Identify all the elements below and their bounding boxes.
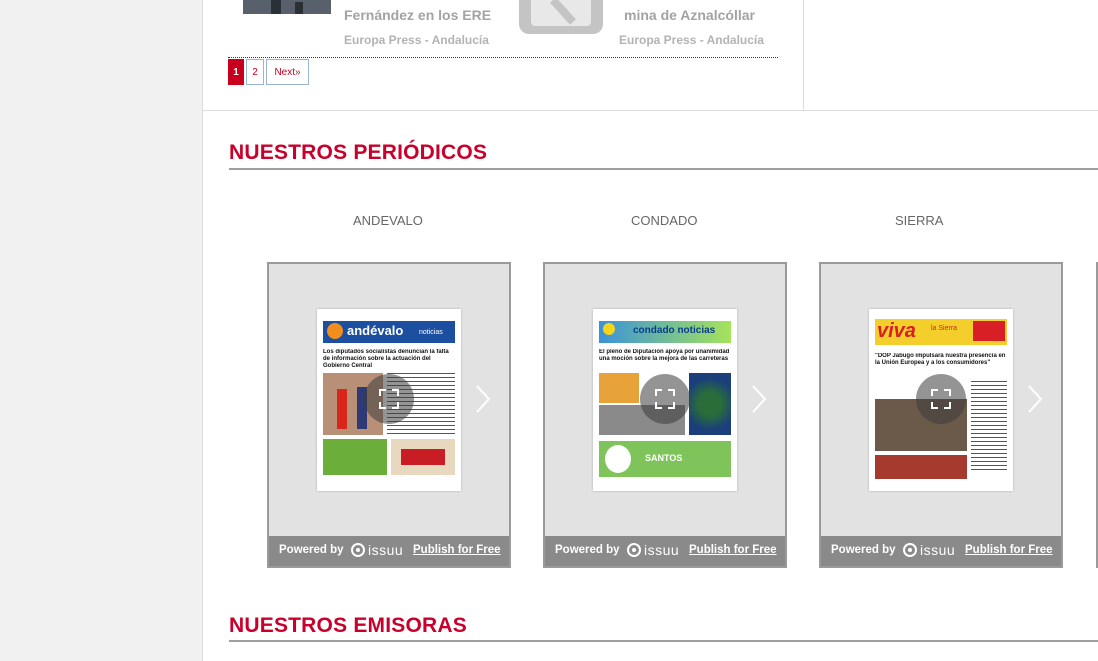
- section-rule: [229, 168, 1098, 170]
- fullscreen-button[interactable]: [364, 374, 414, 424]
- publish-for-free-link[interactable]: Publish for Free: [689, 544, 777, 556]
- issuu-bar: Powered by issuu Publish for Free: [269, 536, 509, 566]
- issuu-logo-icon: [627, 543, 641, 557]
- chevron-right-icon[interactable]: [475, 384, 491, 414]
- news-thumbnail[interactable]: [243, 0, 331, 14]
- fullscreen-button[interactable]: [640, 374, 690, 424]
- image-placeholder-icon: [519, 0, 603, 34]
- powered-by-text: Powered by: [555, 544, 620, 556]
- news-source-1: Europa Press - Andalucía: [344, 33, 489, 47]
- masthead: condado noticias: [633, 325, 716, 336]
- divider: [228, 57, 778, 58]
- pagination: 1 2 Next»: [228, 59, 311, 85]
- issuu-logo-icon: [351, 543, 365, 557]
- chevron-right-icon[interactable]: [751, 384, 767, 414]
- cover-ad: SANTOS: [645, 453, 683, 463]
- powered-by-text: Powered by: [279, 544, 344, 556]
- news-list: Fernández en los ERE Europa Press - Anda…: [203, 0, 804, 111]
- issuu-brand[interactable]: issuu: [368, 542, 403, 558]
- section-rule: [229, 640, 1098, 642]
- label-condado: CONDADO: [631, 213, 698, 228]
- cover-headline: "DOP Jabugo impulsará nuestra presencia …: [875, 353, 1006, 366]
- emisoras-heading: NUESTROS EMISORAS: [229, 614, 467, 637]
- main-content: Fernández en los ERE Europa Press - Anda…: [202, 0, 1098, 661]
- publish-for-free-link[interactable]: Publish for Free: [413, 544, 501, 556]
- masthead-sub: la Sierra: [931, 325, 958, 332]
- cover-headline: Los diputados socialistas denuncian la f…: [323, 349, 449, 369]
- issuu-logo-icon: [903, 543, 917, 557]
- periodicos-heading: NUESTROS PERIÓDICOS: [229, 141, 488, 164]
- issuu-bar: Powered by issuu Publish for Free: [821, 536, 1061, 566]
- issuu-brand[interactable]: issuu: [644, 542, 679, 558]
- publish-for-free-link[interactable]: Publish for Free: [965, 544, 1053, 556]
- cover-headline: El pleno de Diputación apoya por unanimi…: [599, 349, 730, 362]
- fullscreen-button[interactable]: [916, 374, 966, 424]
- masthead: andévalo: [347, 323, 404, 338]
- issuu-widget-condado[interactable]: condado noticias El pleno de Diputación …: [543, 262, 787, 568]
- issuu-widget-sierra[interactable]: viva la Sierra "DOP Jabugo impulsará nue…: [819, 262, 1063, 568]
- page-2-button[interactable]: 2: [246, 59, 264, 85]
- powered-by-text: Powered by: [831, 544, 896, 556]
- page-1-button[interactable]: 1: [228, 59, 244, 85]
- label-sierra: SIERRA: [895, 213, 944, 228]
- divider: [203, 110, 1098, 111]
- masthead: viva: [877, 320, 916, 342]
- issuu-widget-andevalo[interactable]: andévalo noticias Los diputados socialis…: [267, 262, 511, 568]
- masthead-sub: noticias: [419, 329, 443, 336]
- news-source-2: Europa Press - Andalucía: [619, 33, 764, 47]
- next-page-button[interactable]: Next»: [266, 59, 309, 85]
- label-andevalo: ANDEVALO: [353, 213, 423, 228]
- issuu-brand[interactable]: issuu: [920, 542, 955, 558]
- news-title-1[interactable]: Fernández en los ERE: [344, 7, 491, 23]
- news-title-2[interactable]: mina de Aznalcóllar: [624, 7, 755, 23]
- issuu-bar: Powered by issuu Publish for Free: [545, 536, 785, 566]
- chevron-right-icon[interactable]: [1027, 384, 1043, 414]
